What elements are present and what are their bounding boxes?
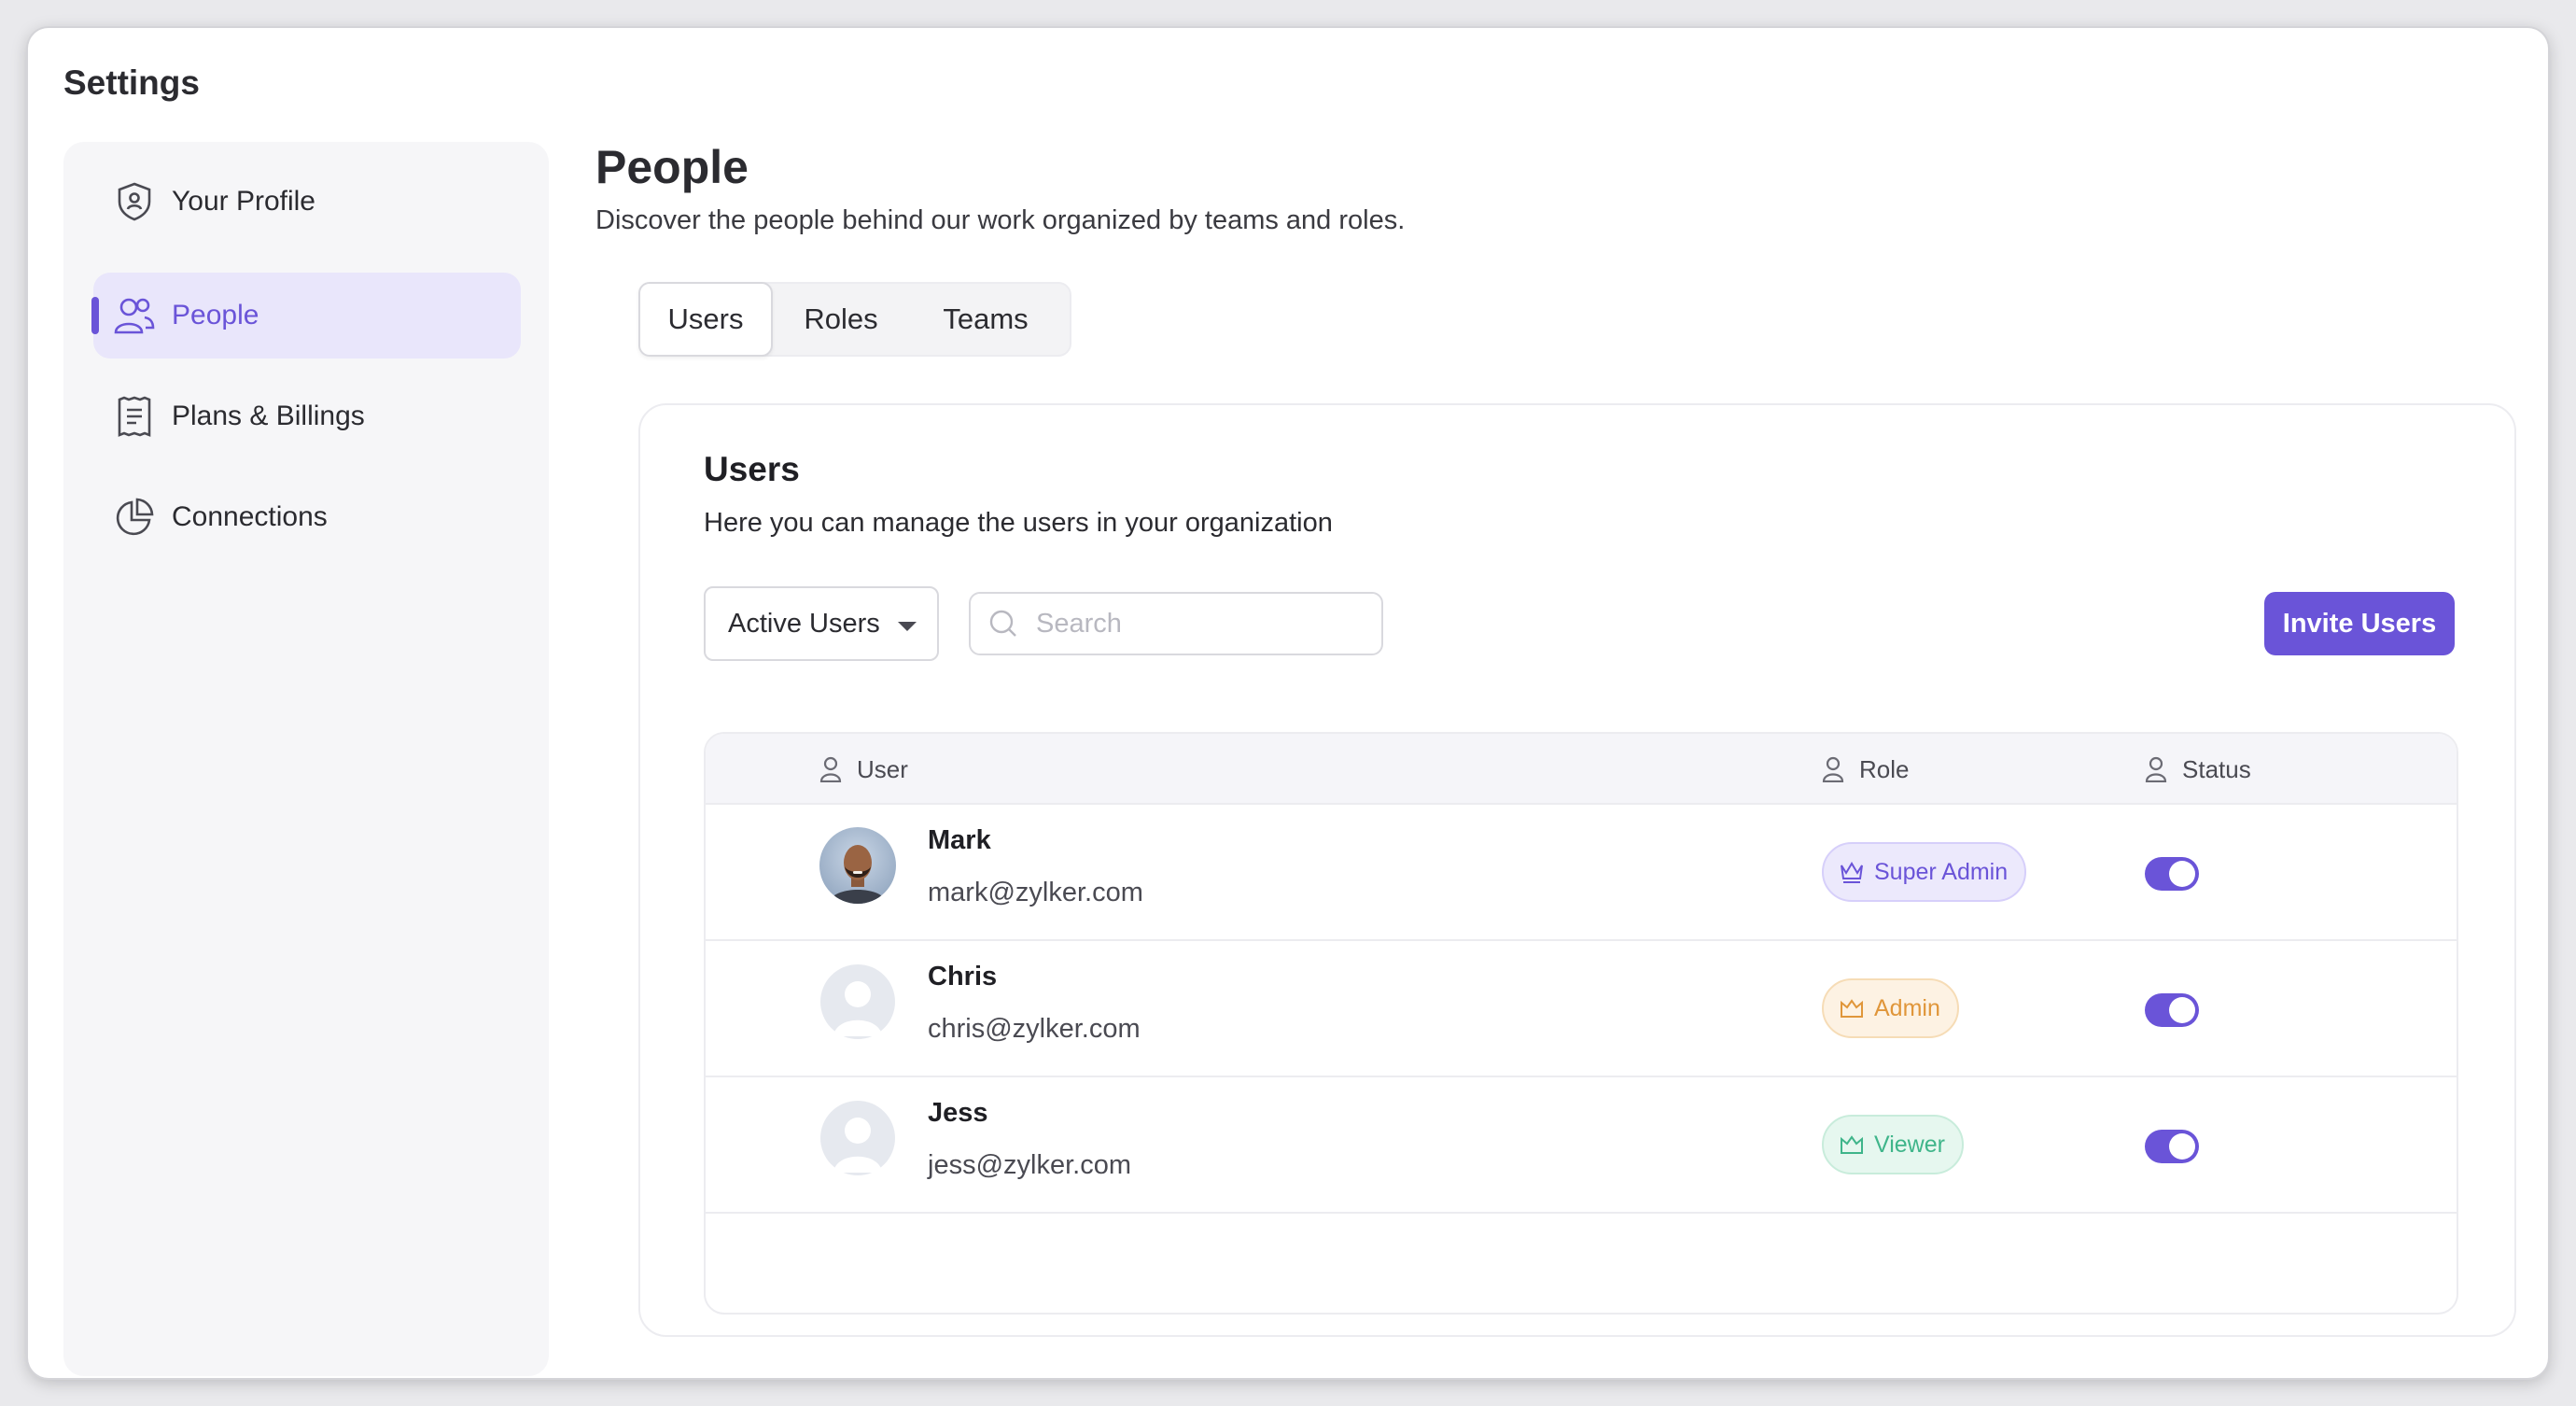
table-row[interactable]: Jess jess@zylker.com Viewer [706, 1077, 2457, 1214]
role-badge: Viewer [1822, 1115, 1964, 1174]
column-header-label: Role [1859, 754, 1910, 783]
avatar [819, 827, 896, 904]
tab-users[interactable]: Users [638, 282, 773, 357]
sidebar-item-label: Connections [172, 501, 328, 532]
users-table: User Role Status Mark mark@zylker.com Su… [704, 732, 2458, 1315]
toggle-knob [2169, 1133, 2195, 1160]
status-toggle[interactable] [2145, 993, 2199, 1027]
toggle-knob [2169, 861, 2195, 887]
user-icon [2145, 755, 2171, 783]
users-card: Users Here you can manage the users in y… [638, 403, 2516, 1337]
role-label: Super Admin [1874, 858, 2009, 885]
user-name: Jess [928, 1098, 988, 1128]
role-label: Viewer [1874, 1131, 1945, 1158]
caret-down-icon [898, 622, 917, 631]
table-row[interactable]: Chris chris@zylker.com Admin [706, 941, 2457, 1077]
sidebar-item-plans-billings[interactable]: Plans & Billings [93, 373, 521, 459]
column-header-label: Status [2182, 754, 2251, 783]
role-badge: Admin [1822, 978, 1959, 1038]
pie-chart-icon [112, 495, 157, 540]
sidebar-item-label: Your Profile [172, 186, 315, 217]
table-row[interactable]: Mark mark@zylker.com Super Admin [706, 805, 2457, 941]
user-filter-selected: Active Users [728, 608, 880, 639]
role-badge: Super Admin [1822, 842, 2027, 902]
tab-teams[interactable]: Teams [911, 284, 1060, 355]
sidebar-item-your-profile[interactable]: Your Profile [93, 159, 521, 245]
sidebar-item-label: People [172, 300, 259, 330]
receipt-icon [112, 394, 157, 439]
crown-icon [1839, 1131, 1867, 1159]
shield-user-icon [112, 179, 157, 224]
invite-users-button[interactable]: Invite Users [2264, 592, 2455, 655]
tab-bar: Users Roles Teams [638, 282, 1071, 357]
column-header-user[interactable]: User [819, 734, 908, 805]
sidebar-item-connections[interactable]: Connections [93, 474, 521, 560]
sidebar: Your Profile People Plans & Billings Con… [63, 142, 549, 1376]
status-toggle[interactable] [2145, 1130, 2199, 1163]
user-email: chris@zylker.com [928, 1014, 1141, 1044]
toggle-knob [2169, 997, 2195, 1023]
crown-icon [1839, 994, 1867, 1022]
status-toggle[interactable] [2145, 857, 2199, 891]
users-card-subtitle: Here you can manage the users in your or… [704, 508, 1333, 538]
sidebar-item-people[interactable]: People [91, 273, 521, 359]
users-card-title: Users [704, 450, 800, 488]
column-header-label: User [857, 754, 908, 783]
avatar [819, 1100, 896, 1176]
table-header: User Role Status [706, 734, 2457, 805]
tab-roles[interactable]: Roles [780, 284, 902, 355]
user-icon [819, 755, 846, 783]
user-email: jess@zylker.com [928, 1150, 1131, 1180]
role-label: Admin [1874, 994, 1940, 1021]
user-icon [1822, 755, 1848, 783]
page-subtitle: Discover the people behind our work orga… [595, 205, 1406, 235]
user-email: mark@zylker.com [928, 878, 1143, 907]
search-icon [987, 608, 1019, 640]
user-name: Mark [928, 825, 991, 855]
page-title: People [595, 141, 749, 193]
crown-icon [1839, 858, 1867, 886]
user-name: Chris [928, 962, 998, 991]
user-filter-dropdown[interactable]: Active Users [704, 586, 939, 661]
settings-window: Settings Your Profile People Plans & Bil… [28, 28, 2548, 1378]
users-icon [112, 293, 157, 338]
column-header-status[interactable]: Status [2145, 734, 2251, 805]
column-header-role[interactable]: Role [1822, 734, 1909, 805]
sidebar-item-label: Plans & Billings [172, 401, 365, 431]
avatar [819, 963, 896, 1040]
search-box[interactable] [969, 592, 1383, 655]
search-input[interactable] [1036, 608, 1372, 640]
app-title: Settings [63, 63, 200, 102]
